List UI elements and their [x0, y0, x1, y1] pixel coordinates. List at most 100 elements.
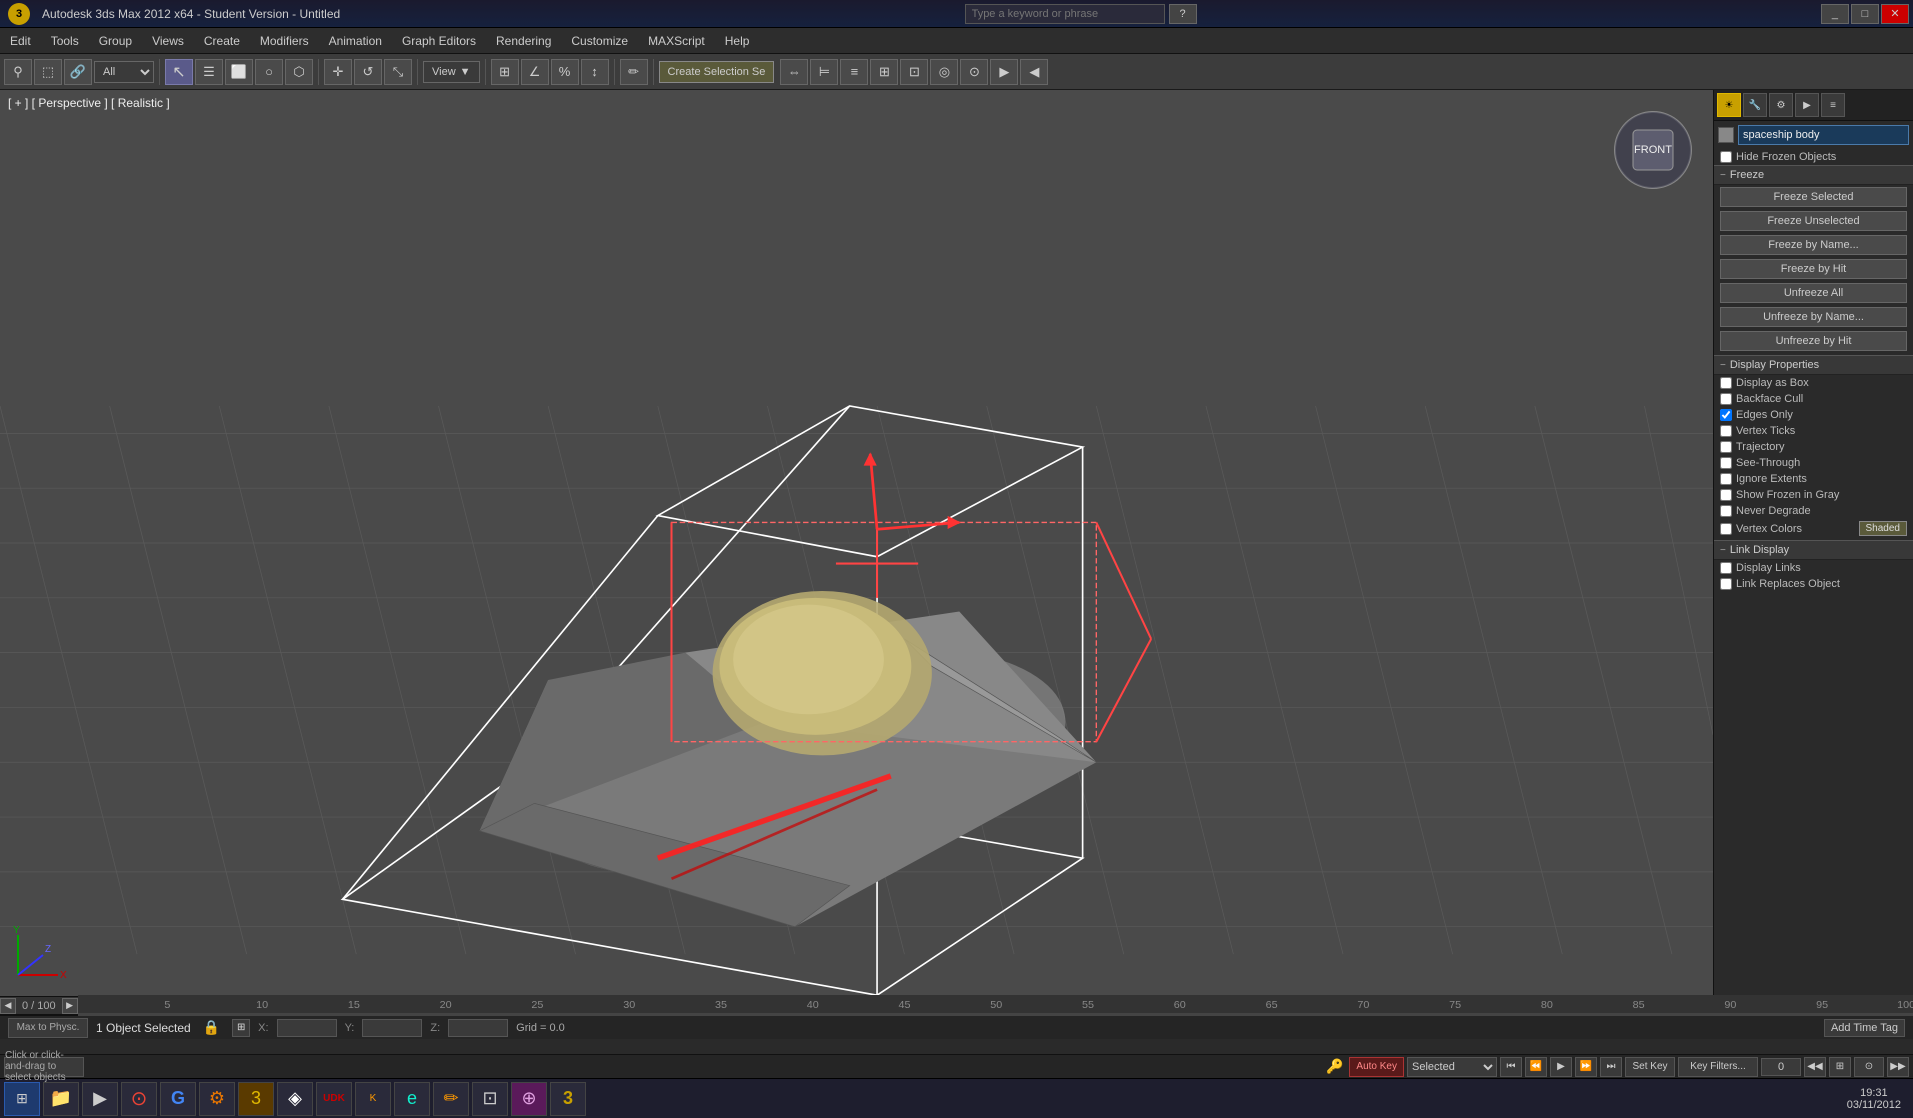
link-btn[interactable]: 🔗: [64, 59, 92, 85]
schematic-btn[interactable]: ⊡: [900, 59, 928, 85]
set-key-mode-btn[interactable]: Set Key: [1625, 1057, 1675, 1077]
render-frame-btn[interactable]: ▶: [990, 59, 1018, 85]
vertex-ticks-checkbox[interactable]: [1720, 425, 1732, 437]
prev-frame-btn[interactable]: ⏪: [1525, 1057, 1547, 1077]
fence-select-btn[interactable]: ⬡: [285, 59, 313, 85]
render-last-btn[interactable]: ◀: [1020, 59, 1048, 85]
max-to-physx-btn[interactable]: Max to Physc.: [8, 1018, 88, 1038]
frame-number-input[interactable]: [1761, 1058, 1801, 1076]
start-btn[interactable]: ⊞: [4, 1082, 40, 1116]
unity-btn[interactable]: ◈: [277, 1082, 313, 1116]
circle-select-btn[interactable]: ○: [255, 59, 283, 85]
udk-btn[interactable]: UDK: [316, 1082, 352, 1116]
panel-tab-motion[interactable]: ▶: [1795, 93, 1819, 117]
help-btn[interactable]: ?: [1169, 4, 1197, 24]
select-region-btn[interactable]: ⬚: [34, 59, 62, 85]
media-btn[interactable]: ▶: [82, 1082, 118, 1116]
chrome-btn[interactable]: ⊙: [121, 1082, 157, 1116]
edit-named-sel-btn[interactable]: ✏: [620, 59, 648, 85]
panel-tab-hierarchy[interactable]: ⚙: [1769, 93, 1793, 117]
freeze-section-header[interactable]: − Freeze: [1714, 165, 1913, 185]
timeline-scroll-right[interactable]: ▶: [62, 998, 78, 1014]
system-tray[interactable]: 19:31 03/11/2012: [1839, 1087, 1909, 1111]
freeze-selected-btn[interactable]: Freeze Selected: [1720, 187, 1907, 207]
rotate-btn[interactable]: ↺: [354, 59, 382, 85]
select-object-btn[interactable]: ↖: [165, 59, 193, 85]
menu-views[interactable]: Views: [142, 30, 194, 52]
y-coord-input[interactable]: [362, 1019, 422, 1037]
ie-btn[interactable]: e: [394, 1082, 430, 1116]
app1-btn[interactable]: ⊡: [472, 1082, 508, 1116]
angle-snap-btn[interactable]: ∠: [521, 59, 549, 85]
anim-next-btn[interactable]: ▶▶: [1887, 1057, 1909, 1077]
add-time-tag-btn[interactable]: Add Time Tag: [1824, 1019, 1905, 1037]
scale-btn[interactable]: ⤡: [384, 59, 412, 85]
3dsmax-btn[interactable]: 3: [238, 1082, 274, 1116]
snap-toggle-btn[interactable]: ⊞: [491, 59, 519, 85]
menu-group[interactable]: Group: [89, 30, 142, 52]
navigation-cube[interactable]: FRONT: [1613, 110, 1693, 190]
display-as-box-checkbox[interactable]: [1720, 377, 1732, 389]
go-to-end-btn[interactable]: ⏭: [1600, 1057, 1622, 1077]
select-tool-btn[interactable]: ⚲: [4, 59, 32, 85]
backface-cull-checkbox[interactable]: [1720, 393, 1732, 405]
key-filters-btn[interactable]: Key Filters...: [1678, 1057, 1758, 1077]
layer-mgr-btn[interactable]: ⊞: [870, 59, 898, 85]
ignore-extents-checkbox[interactable]: [1720, 473, 1732, 485]
freeze-by-hit-btn[interactable]: Freeze by Hit: [1720, 259, 1907, 279]
transform-type-in-btn[interactable]: ⊞: [232, 1019, 250, 1037]
never-degrade-checkbox[interactable]: [1720, 505, 1732, 517]
maximize-btn[interactable]: □: [1851, 4, 1879, 24]
edges-only-checkbox[interactable]: [1720, 409, 1732, 421]
select-by-name-btn[interactable]: ☰: [195, 59, 223, 85]
app3-btn[interactable]: 3: [550, 1082, 586, 1116]
menu-graph-editors[interactable]: Graph Editors: [392, 30, 486, 52]
unfreeze-all-btn[interactable]: Unfreeze All: [1720, 283, 1907, 303]
explorer-btn[interactable]: 📁: [43, 1082, 79, 1116]
shaded-btn[interactable]: Shaded: [1859, 521, 1907, 536]
play-btn[interactable]: ▶: [1550, 1057, 1572, 1077]
menu-tools[interactable]: Tools: [41, 30, 89, 52]
anim-record-btn[interactable]: ⊙: [1854, 1057, 1884, 1077]
panel-tab-utilities[interactable]: ≡: [1821, 93, 1845, 117]
material-editor-btn[interactable]: ◎: [930, 59, 958, 85]
minimize-btn[interactable]: _: [1821, 4, 1849, 24]
unfreeze-by-hit-btn[interactable]: Unfreeze by Hit: [1720, 331, 1907, 351]
show-frozen-gray-checkbox[interactable]: [1720, 489, 1732, 501]
timeline-scroll-left[interactable]: ◀: [0, 998, 16, 1014]
title-search-input[interactable]: [965, 4, 1165, 24]
render-setup-btn[interactable]: ⊙: [960, 59, 988, 85]
move-btn[interactable]: ✛: [324, 59, 352, 85]
menu-maxscript[interactable]: MAXScript: [638, 30, 715, 52]
menu-modifiers[interactable]: Modifiers: [250, 30, 319, 52]
spinner-snap-btn[interactable]: ↕: [581, 59, 609, 85]
align-btn[interactable]: ⊨: [810, 59, 838, 85]
link-display-header[interactable]: − Link Display: [1714, 540, 1913, 560]
menu-help[interactable]: Help: [715, 30, 760, 52]
rect-select-btn[interactable]: ⬜: [225, 59, 253, 85]
vertex-colors-checkbox[interactable]: [1720, 523, 1732, 535]
panel-tab-modify[interactable]: 🔧: [1743, 93, 1767, 117]
menu-create[interactable]: Create: [194, 30, 250, 52]
display-links-checkbox[interactable]: [1720, 562, 1732, 574]
link-replaces-checkbox[interactable]: [1720, 578, 1732, 590]
unfreeze-by-name-btn[interactable]: Unfreeze by Name...: [1720, 307, 1907, 327]
kindle-btn[interactable]: K: [355, 1082, 391, 1116]
mirror-btn[interactable]: ⇔: [780, 59, 808, 85]
blender-btn[interactable]: ⚙: [199, 1082, 235, 1116]
anim-prev-btn[interactable]: ◀◀: [1804, 1057, 1826, 1077]
freeze-unselected-btn[interactable]: Freeze Unselected: [1720, 211, 1907, 231]
menu-edit[interactable]: Edit: [0, 30, 41, 52]
timeline-track[interactable]: 5 10 15 20 25 30 35 40 45 50 55 60 65 70…: [78, 995, 1913, 1016]
anim-expand-btn[interactable]: ⊞: [1829, 1057, 1851, 1077]
ms-btn[interactable]: ✏: [433, 1082, 469, 1116]
freeze-by-name-btn[interactable]: Freeze by Name...: [1720, 235, 1907, 255]
go-to-start-btn[interactable]: ⏮: [1500, 1057, 1522, 1077]
auto-key-btn[interactable]: Auto Key: [1349, 1057, 1404, 1077]
menu-animation[interactable]: Animation: [319, 30, 392, 52]
reference-dropdown[interactable]: View ▼: [423, 61, 480, 83]
x-coord-input[interactable]: [277, 1019, 337, 1037]
quick-align-btn[interactable]: ≡: [840, 59, 868, 85]
key-mode-select[interactable]: Selected: [1407, 1057, 1497, 1077]
display-props-header[interactable]: − Display Properties: [1714, 355, 1913, 375]
